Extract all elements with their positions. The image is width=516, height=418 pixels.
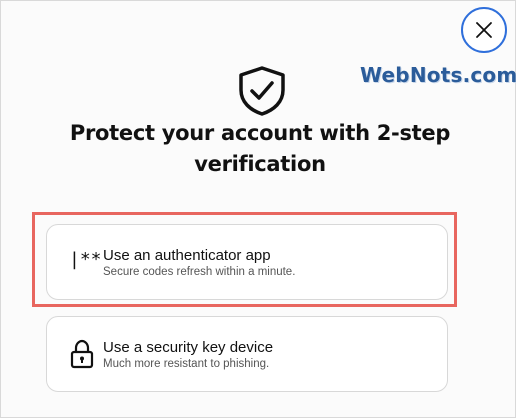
option-authenticator-app[interactable]: |** Use an authenticator app Secure code…	[46, 224, 448, 300]
close-button[interactable]	[461, 7, 507, 53]
option-security-key[interactable]: Use a security key device Much more resi…	[46, 316, 448, 392]
shield-check-icon	[239, 66, 285, 116]
watermark: WebNots.com	[360, 63, 516, 87]
option-title: Use a security key device	[103, 339, 274, 356]
password-icon: |**	[69, 249, 102, 270]
page-title: Protect your account with 2-step verific…	[69, 121, 451, 176]
option-title: Use an authenticator app	[103, 247, 271, 264]
option-description: Much more resistant to phishing.	[103, 358, 270, 370]
close-icon	[476, 22, 492, 38]
option-description: Secure codes refresh within a minute.	[103, 266, 296, 278]
lock-icon	[70, 339, 94, 369]
